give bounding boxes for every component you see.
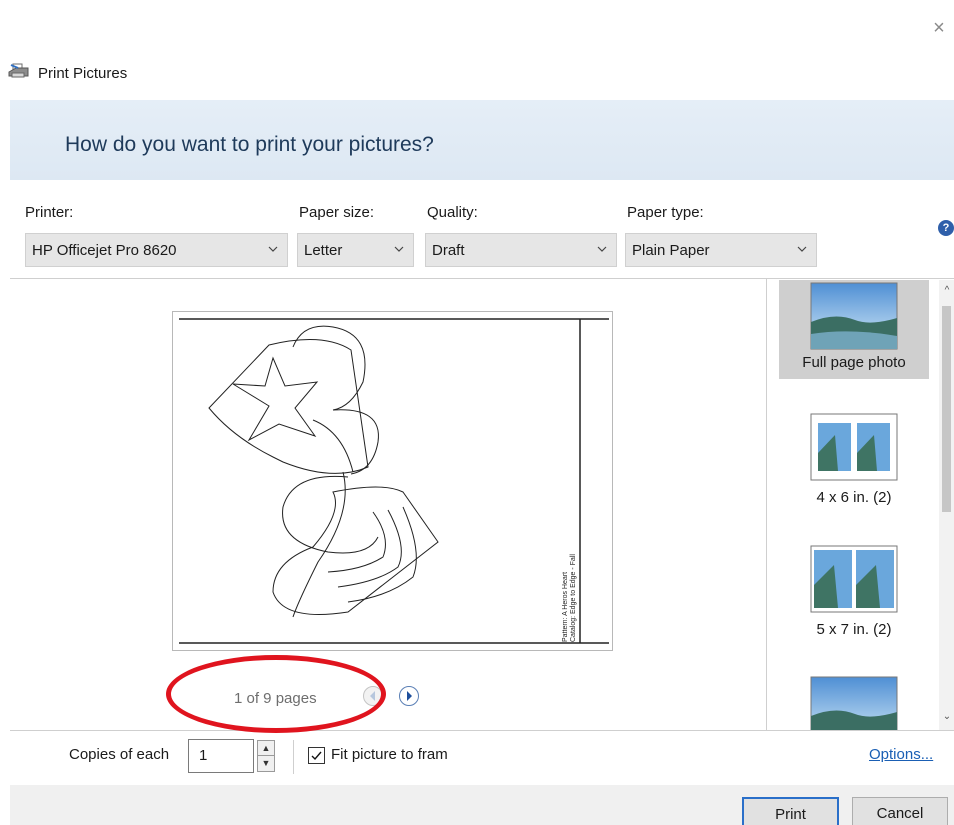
layout-more[interactable] — [779, 676, 929, 730]
chevron-down-icon — [394, 246, 404, 252]
copies-input[interactable]: 1 — [188, 739, 254, 773]
printer-label: Printer: — [25, 204, 74, 221]
layout-full-page-photo[interactable]: Full page photo — [779, 280, 929, 379]
title-bar: Print Pictures — [8, 62, 127, 84]
window-title: Print Pictures — [38, 64, 128, 82]
paper-size-select-value: Letter — [304, 241, 343, 259]
divider — [293, 740, 294, 774]
layout-label: 4 x 6 in. (2) — [816, 489, 892, 506]
5x7-thumbnail — [810, 545, 898, 613]
annotation-circle — [166, 655, 386, 733]
help-icon[interactable]: ? — [938, 220, 954, 236]
paper-size-select[interactable]: Letter — [297, 233, 414, 267]
options-link[interactable]: Options... — [869, 746, 933, 763]
quality-select-value: Draft — [432, 241, 465, 259]
printer-select[interactable]: HP Officejet Pro 8620 — [25, 233, 288, 267]
scrollbar-thumb[interactable] — [942, 306, 951, 512]
layout-thumbnail — [810, 676, 898, 730]
quilt-pattern-drawing: Pattern: A Heros Heart Catalog: Edge to … — [179, 318, 609, 644]
scroll-down-icon[interactable]: ⌄ — [942, 712, 952, 722]
page-title: How do you want to print your pictures? — [65, 133, 434, 156]
fit-picture-label: Fit picture to fram — [331, 746, 448, 763]
chevron-down-icon — [797, 246, 807, 252]
quality-select[interactable]: Draft — [425, 233, 617, 267]
paper-type-label: Paper type: — [627, 204, 704, 221]
quality-label: Quality: — [427, 204, 478, 221]
printer-icon — [8, 63, 30, 83]
printer-select-value: HP Officejet Pro 8620 — [32, 241, 177, 259]
chevron-down-icon — [268, 246, 278, 252]
checkmark-icon — [311, 751, 322, 761]
layout-4x6[interactable]: 4 x 6 in. (2) — [779, 413, 929, 513]
paper-size-label: Paper size: — [299, 204, 375, 221]
full-page-photo-thumbnail — [810, 282, 898, 350]
print-button[interactable]: Print — [742, 797, 839, 825]
pattern-text: Pattern: A Heros Heart — [562, 572, 569, 642]
catalog-text: Catalog: Edge to Edge - Fall — [570, 554, 577, 642]
layout-label: Full page photo — [802, 354, 906, 371]
cancel-button[interactable]: Cancel — [852, 797, 948, 825]
chevron-down-icon — [597, 246, 607, 252]
scroll-up-icon[interactable]: ^ — [942, 286, 952, 296]
layout-5x7[interactable]: 5 x 7 in. (2) — [779, 545, 929, 645]
divider — [10, 278, 954, 279]
fit-picture-checkbox[interactable] — [308, 747, 325, 764]
layout-list[interactable]: Full page photo 4 x 6 in. (2) 5 x 7 in. … — [767, 280, 939, 730]
header-banner: How do you want to print your pictures? — [10, 100, 954, 180]
next-page-icon[interactable] — [398, 685, 420, 707]
decrement-icon[interactable]: ▼ — [258, 756, 274, 771]
paper-type-select[interactable]: Plain Paper — [625, 233, 817, 267]
paper-type-select-value: Plain Paper — [632, 241, 710, 259]
print-preview-page: Pattern: A Heros Heart Catalog: Edge to … — [172, 311, 613, 651]
increment-icon[interactable]: ▲ — [258, 741, 274, 756]
copies-stepper[interactable]: ▲ ▼ — [257, 740, 275, 772]
close-icon[interactable]: × — [929, 18, 949, 38]
4x6-thumbnail — [810, 413, 898, 481]
copies-label: Copies of each — [69, 746, 170, 763]
divider — [10, 730, 954, 731]
layout-label: 5 x 7 in. (2) — [816, 621, 892, 638]
